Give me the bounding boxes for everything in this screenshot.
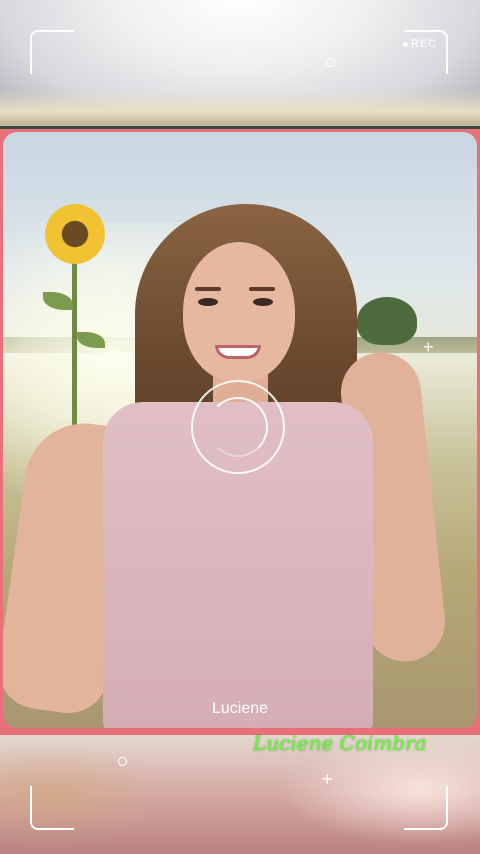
- top-background-strip: [0, 91, 480, 125]
- photo-eye-right: [253, 298, 273, 306]
- viewfinder-corner-bottom-left: [30, 786, 74, 830]
- sunflower: [45, 204, 105, 264]
- photo-eye-left: [198, 298, 218, 306]
- bottom-blur-left: [0, 745, 170, 845]
- circle-marker-icon: [326, 58, 335, 67]
- circle-marker-icon: [118, 757, 127, 766]
- record-indicator: REC: [403, 38, 437, 50]
- plus-marker-icon: +: [423, 337, 434, 357]
- signature-text: Luciene Coimbra: [253, 731, 427, 755]
- plus-marker-icon: +: [322, 769, 333, 789]
- photo-face: [183, 242, 295, 382]
- photo-brow-right: [249, 287, 275, 291]
- photo-tree: [357, 297, 417, 345]
- caption-name: Luciene: [211, 700, 269, 717]
- record-dot-icon: [403, 41, 408, 47]
- viewfinder-corner-top-right: [404, 30, 448, 74]
- photo-brow-left: [195, 287, 221, 291]
- viewfinder-corner-top-left: [30, 30, 74, 74]
- viewfinder-corner-bottom-right: [404, 786, 448, 830]
- record-label: REC: [411, 38, 438, 50]
- photo-mouth: [215, 345, 261, 359]
- focus-ring-inner: [208, 397, 268, 457]
- focus-ring-icon[interactable]: [191, 380, 285, 474]
